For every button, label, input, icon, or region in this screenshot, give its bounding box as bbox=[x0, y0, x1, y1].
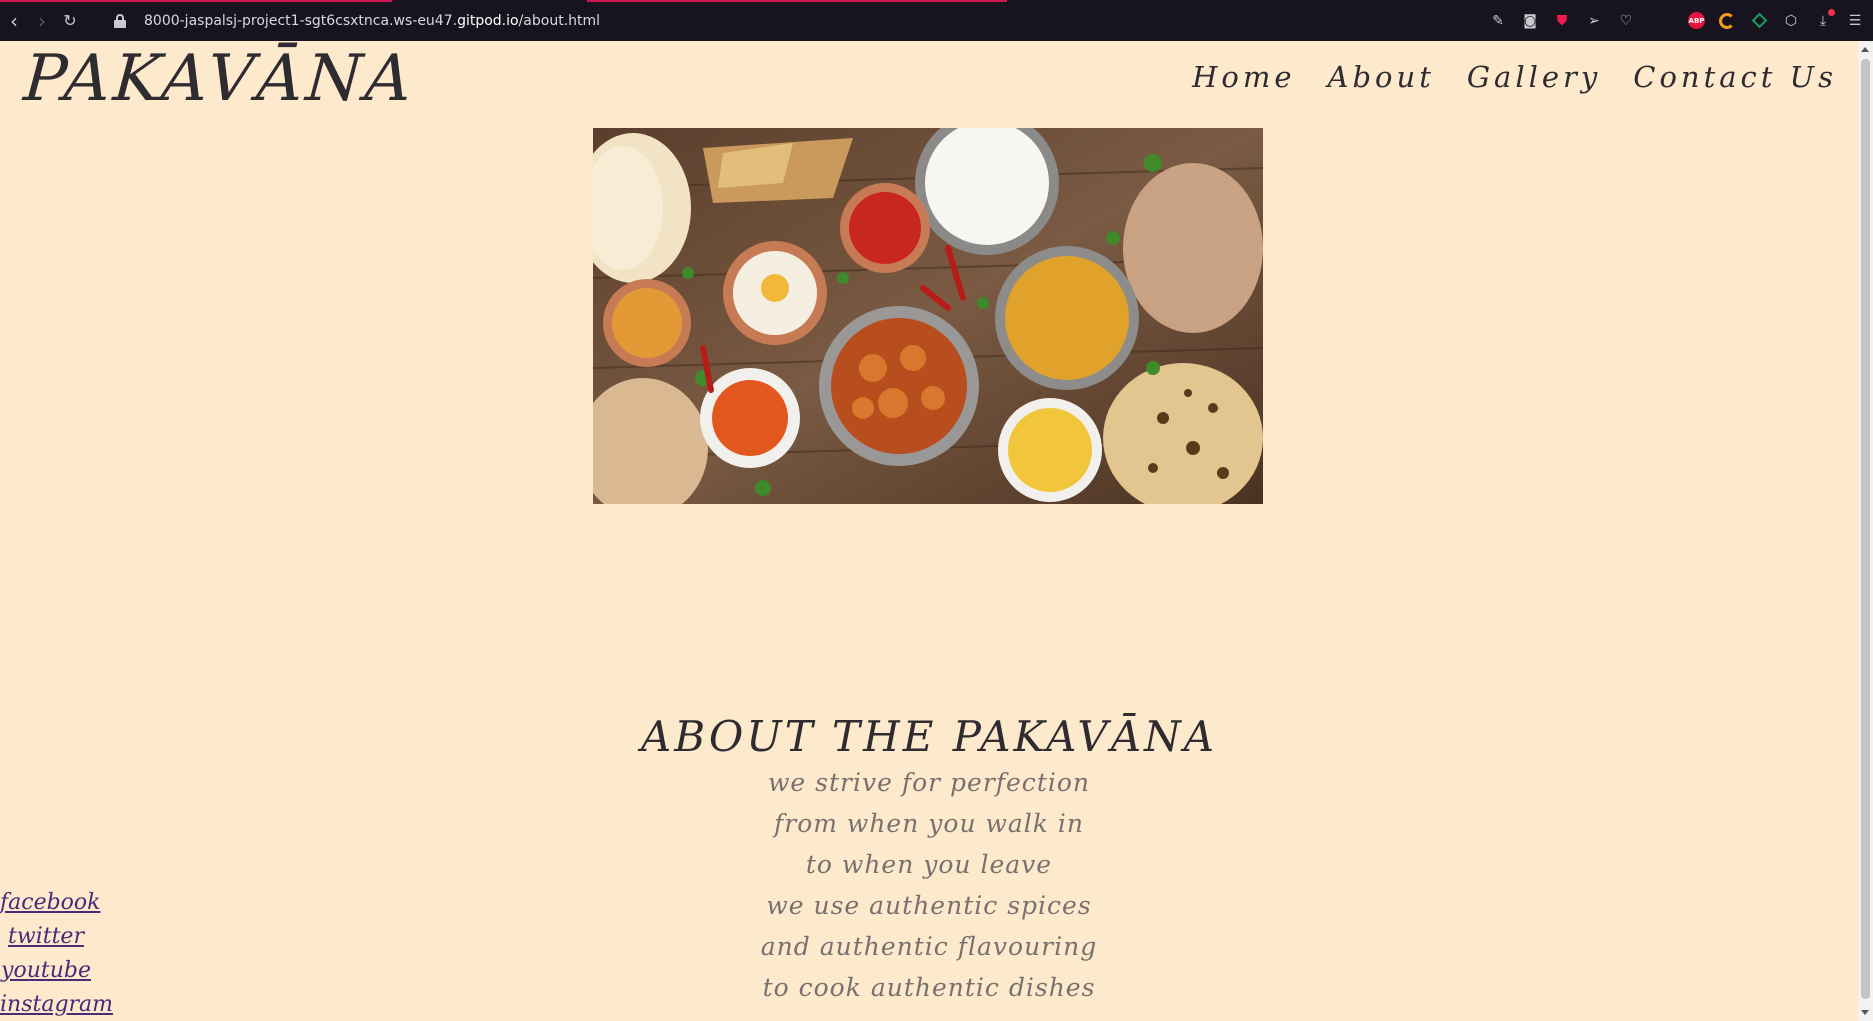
twitter-link[interactable]: twitter bbox=[0, 920, 92, 954]
download-icon[interactable]: ⤓ bbox=[1813, 8, 1835, 31]
url-path: /about.html bbox=[518, 12, 601, 29]
about-line: to cook authentic dishes bbox=[762, 973, 1096, 1002]
send-icon[interactable]: ➢ bbox=[1584, 11, 1604, 31]
scroll-up-icon[interactable] bbox=[1861, 47, 1869, 52]
tab-indicator bbox=[0, 0, 392, 2]
url-prefix: 8000-jaspalsj-project1-sgt6csxtnca.ws-eu… bbox=[144, 12, 458, 29]
reload-icon[interactable]: ↻ bbox=[56, 0, 84, 41]
main-nav: Home About Gallery Contact Us bbox=[1192, 60, 1837, 94]
scroll-down-icon[interactable] bbox=[1861, 1010, 1869, 1015]
social-links: facebook twitter youtube instagram bbox=[0, 886, 113, 1021]
camera-icon[interactable]: ◙ bbox=[1520, 11, 1540, 31]
instagram-link[interactable]: instagram bbox=[0, 988, 113, 1021]
address-bar[interactable]: 8000-jaspalsj-project1-sgt6csxtnca.ws-eu… bbox=[144, 13, 600, 29]
extension-diamond-icon[interactable] bbox=[1749, 11, 1769, 31]
adblock-icon[interactable]: ABP bbox=[1688, 12, 1705, 29]
about-line: we use authentic spices bbox=[766, 891, 1092, 920]
about-title: ABOUT THE PAKAVĀNA bbox=[640, 712, 1218, 761]
about-line: and authentic flavouring bbox=[760, 932, 1098, 961]
site-logo[interactable]: PAKAVĀNA bbox=[21, 42, 416, 116]
food-illustration bbox=[593, 128, 1263, 504]
facebook-link[interactable]: facebook bbox=[0, 886, 101, 920]
cube-icon[interactable]: ⬡ bbox=[1781, 11, 1801, 31]
youtube-link[interactable]: youtube bbox=[0, 954, 92, 988]
hero-food-image bbox=[593, 128, 1263, 504]
about-line: from when you walk in bbox=[774, 809, 1084, 838]
nav-gallery[interactable]: Gallery bbox=[1467, 60, 1601, 94]
about-line: we strive for perfection bbox=[767, 768, 1091, 797]
grammarly-icon[interactable] bbox=[1717, 11, 1737, 31]
forward-icon[interactable]: › bbox=[28, 0, 56, 41]
nav-home[interactable]: Home bbox=[1192, 60, 1295, 94]
heart-icon[interactable]: ♡ bbox=[1616, 11, 1636, 31]
back-icon[interactable]: ‹ bbox=[0, 0, 28, 41]
lock-icon[interactable] bbox=[114, 13, 126, 28]
about-text: we strive for perfection from when you w… bbox=[0, 762, 1858, 1008]
scrollbar-thumb[interactable] bbox=[1861, 59, 1870, 999]
shield-icon[interactable]: ⛊ bbox=[1552, 11, 1572, 31]
nav-contact-us[interactable]: Contact Us bbox=[1633, 60, 1837, 94]
menu-icon[interactable]: ☰ bbox=[1845, 11, 1865, 31]
nav-about[interactable]: About bbox=[1328, 60, 1435, 94]
notification-dot bbox=[1828, 8, 1835, 16]
tab-indicator bbox=[587, 0, 1007, 2]
browser-toolbar: ‹ › ↻ 8000-jaspalsj-project1-sgt6csxtnca… bbox=[0, 0, 1873, 41]
page-scrollbar[interactable] bbox=[1858, 41, 1873, 1021]
about-line: to when you leave bbox=[805, 850, 1053, 879]
share-icon[interactable]: ✎ bbox=[1488, 11, 1508, 31]
url-host: gitpod.io bbox=[457, 12, 519, 29]
